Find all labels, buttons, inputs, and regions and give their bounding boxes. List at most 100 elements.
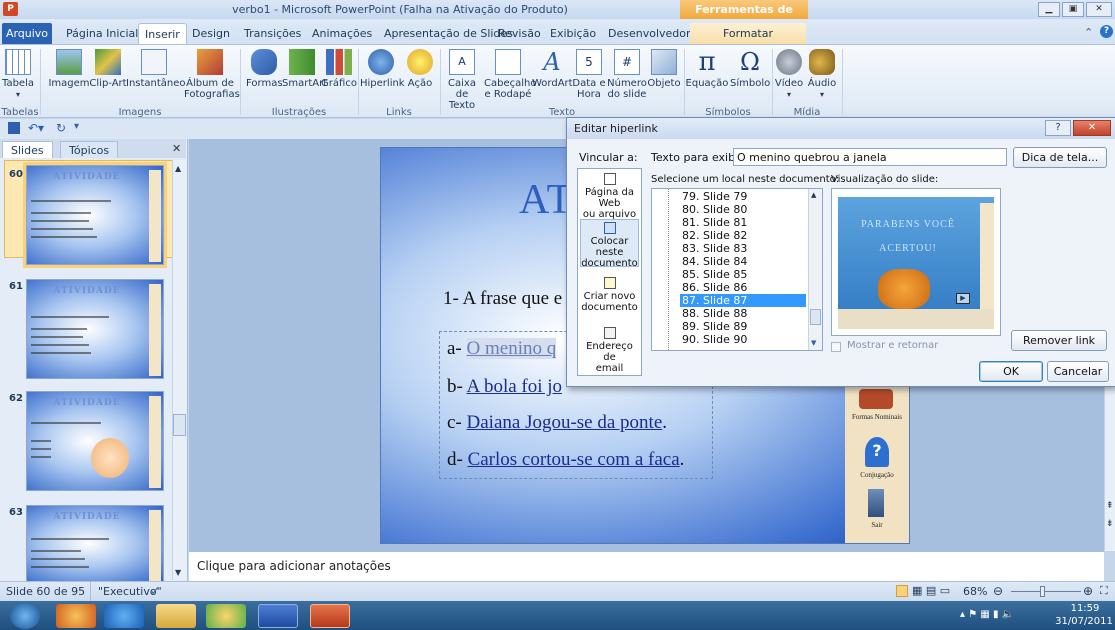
option-c-link[interactable]: Daiana Jogou-se da ponte <box>467 412 663 433</box>
view-buttons[interactable]: ▦ ▤ ▭ <box>912 584 950 597</box>
cabecalho-button[interactable]: Cabeçalho e Rodapé <box>484 49 536 100</box>
simbolo-button[interactable]: Ω Símbolo <box>730 49 770 89</box>
side-label-sair[interactable]: Sair <box>845 521 909 529</box>
scroll-down-icon[interactable]: ▼ <box>175 568 181 577</box>
objeto-button[interactable]: Objeto <box>646 49 682 89</box>
close-pane-icon[interactable]: ✕ <box>172 142 181 155</box>
tab-desenvolvedor[interactable]: Desenvolvedor <box>602 23 697 44</box>
list-item[interactable]: 83. Slide 83 <box>680 242 806 255</box>
scroll-up-icon[interactable]: ▲ <box>811 191 816 199</box>
zoom-in-icon[interactable]: ⊕ <box>1083 584 1093 598</box>
tab-pagina-inicial[interactable]: Página Inicial <box>60 23 144 44</box>
start-button-icon[interactable] <box>10 603 40 629</box>
zoom-slider-thumb[interactable] <box>1040 586 1045 597</box>
link-option-new-document[interactable]: Criar novo documento <box>580 277 639 317</box>
list-item[interactable]: 79. Slide 79 <box>680 190 806 203</box>
tab-formatar[interactable]: Formatar <box>690 23 806 44</box>
media-player-icon[interactable] <box>56 604 96 628</box>
customize-qat-icon[interactable]: ▾ <box>74 121 79 132</box>
list-item-selected[interactable]: 87. Slide 87 <box>680 294 806 307</box>
spellcheck-icon[interactable]: ✓ <box>150 584 160 598</box>
imagem-button[interactable]: Imagem <box>48 49 90 89</box>
list-scrollbar[interactable]: ▲ ▼ <box>808 189 822 350</box>
option-b-link[interactable]: A bola foi jo <box>467 376 563 397</box>
maximize-button[interactable]: ▣ <box>1062 2 1084 17</box>
screentip-button[interactable]: Dica de tela... <box>1013 147 1107 168</box>
acao-button[interactable]: Ação <box>404 49 436 89</box>
clock-date[interactable]: 31/07/2011 <box>1054 616 1114 627</box>
list-item[interactable]: 86. Slide 86 <box>680 281 806 294</box>
zoom-slider[interactable] <box>1011 591 1081 592</box>
tab-animacoes[interactable]: Animações <box>306 23 378 44</box>
link-option-this-document[interactable]: Colocar neste documento <box>580 219 639 269</box>
equacao-button[interactable]: π Equação <box>684 49 730 89</box>
scroll-up-icon[interactable]: ▲ <box>175 164 181 173</box>
link-option-web-page[interactable]: Página da Webou arquivoexistente <box>580 173 639 231</box>
powerpoint-taskbar-icon[interactable] <box>310 604 350 628</box>
repeat-icon[interactable]: ↻ <box>56 121 66 135</box>
word-taskbar-icon[interactable] <box>258 604 298 628</box>
zoom-level[interactable]: 68% <box>963 585 987 598</box>
scroll-thumb[interactable] <box>810 309 821 325</box>
slide-thumb-62[interactable]: ATIVIDADE <box>26 391 164 491</box>
audio-button[interactable]: Áudio ▾ <box>806 49 838 100</box>
list-item[interactable]: 85. Slide 85 <box>680 268 806 281</box>
scroll-thumb[interactable] <box>173 414 186 436</box>
ribbon-collapse-icon[interactable]: ⌃ <box>1084 26 1093 39</box>
slide-thumb-60[interactable]: ATIVIDADE <box>26 165 164 265</box>
list-item[interactable]: 89. Slide 89 <box>680 320 806 333</box>
list-item[interactable]: 90. Slide 90 <box>680 333 806 346</box>
smartart-button[interactable]: SmartArt <box>282 49 327 89</box>
list-item[interactable]: 80. Slide 80 <box>680 203 806 216</box>
wordart-button[interactable]: A WordArt <box>532 49 573 89</box>
fit-to-window-icon[interactable]: ⛶ <box>1100 584 1108 598</box>
tab-exibicao[interactable]: Exibição <box>544 23 602 44</box>
tab-design[interactable]: Design <box>186 23 236 44</box>
save-icon[interactable] <box>8 122 20 134</box>
slide-thumb-63[interactable]: ATIVIDADE <box>26 505 164 602</box>
option-d-link[interactable]: Carlos cortou-se com a faca <box>468 449 680 470</box>
undo-icon[interactable]: ↶▾ <box>28 121 44 135</box>
notes-pane[interactable]: Clique para adicionar anotações <box>189 551 1104 581</box>
formas-button[interactable]: Formas <box>246 49 283 89</box>
door-icon[interactable] <box>868 489 884 517</box>
book-icon[interactable] <box>859 389 893 409</box>
clipart-button[interactable]: Clip-Art <box>88 49 128 89</box>
folder-icon[interactable] <box>156 604 196 628</box>
clock-time[interactable]: 11:59 <box>1060 603 1110 614</box>
tab-topicos[interactable]: Tópicos <box>60 141 119 158</box>
list-item[interactable]: 88. Slide 88 <box>680 307 806 320</box>
cancel-button[interactable]: Cancelar <box>1047 361 1109 382</box>
remove-link-button[interactable]: Remover link <box>1011 330 1107 351</box>
caixa-texto-button[interactable]: A Caixa de Texto <box>442 49 482 111</box>
normal-view-icon[interactable] <box>896 585 908 597</box>
next-slide-icon[interactable]: ⇟ <box>1106 519 1114 529</box>
video-button[interactable]: Vídeo ▾ <box>772 49 806 100</box>
numero-slide-button[interactable]: # Número do slide <box>604 49 650 100</box>
side-label-conjugacao[interactable]: Conjugação <box>845 471 909 479</box>
list-item[interactable]: 81. Slide 81 <box>680 216 806 229</box>
instantaneo-button[interactable]: Instantâneo <box>126 49 186 89</box>
dialog-close-button[interactable]: ✕ <box>1073 120 1111 136</box>
dialog-help-button[interactable]: ? <box>1045 120 1071 136</box>
slide-thumb-61[interactable]: ATIVIDADE <box>26 279 164 379</box>
list-item[interactable]: 82. Slide 82 <box>680 229 806 242</box>
link-option-email[interactable]: Endereço de email <box>580 327 639 374</box>
tab-transicoes[interactable]: Transições <box>238 23 307 44</box>
side-label-formas[interactable]: Formas Nominais <box>845 413 909 421</box>
ok-button[interactable]: OK <box>979 361 1043 382</box>
question-mark-icon[interactable]: ? <box>865 437 889 467</box>
close-button[interactable]: ✕ <box>1086 2 1112 17</box>
album-button[interactable]: Álbum de Fotografias <box>184 49 240 100</box>
data-hora-button[interactable]: 5 Data e Hora <box>572 49 606 100</box>
display-text-input[interactable]: O menino quebrou a janela <box>733 148 1007 166</box>
messenger-icon[interactable] <box>206 604 246 628</box>
zoom-out-icon[interactable]: ⊖ <box>993 584 1003 598</box>
help-icon[interactable]: ? <box>1100 25 1113 38</box>
hiperlink-button[interactable]: Hiperlink <box>360 49 405 89</box>
minimize-button[interactable]: ▁ <box>1038 2 1060 17</box>
tab-revisao[interactable]: Revisão <box>492 23 547 44</box>
tab-arquivo[interactable]: Arquivo <box>2 23 52 44</box>
document-places-list[interactable]: 79. Slide 79 80. Slide 80 81. Slide 81 8… <box>651 188 823 351</box>
tab-slides[interactable]: Slides <box>2 141 53 158</box>
